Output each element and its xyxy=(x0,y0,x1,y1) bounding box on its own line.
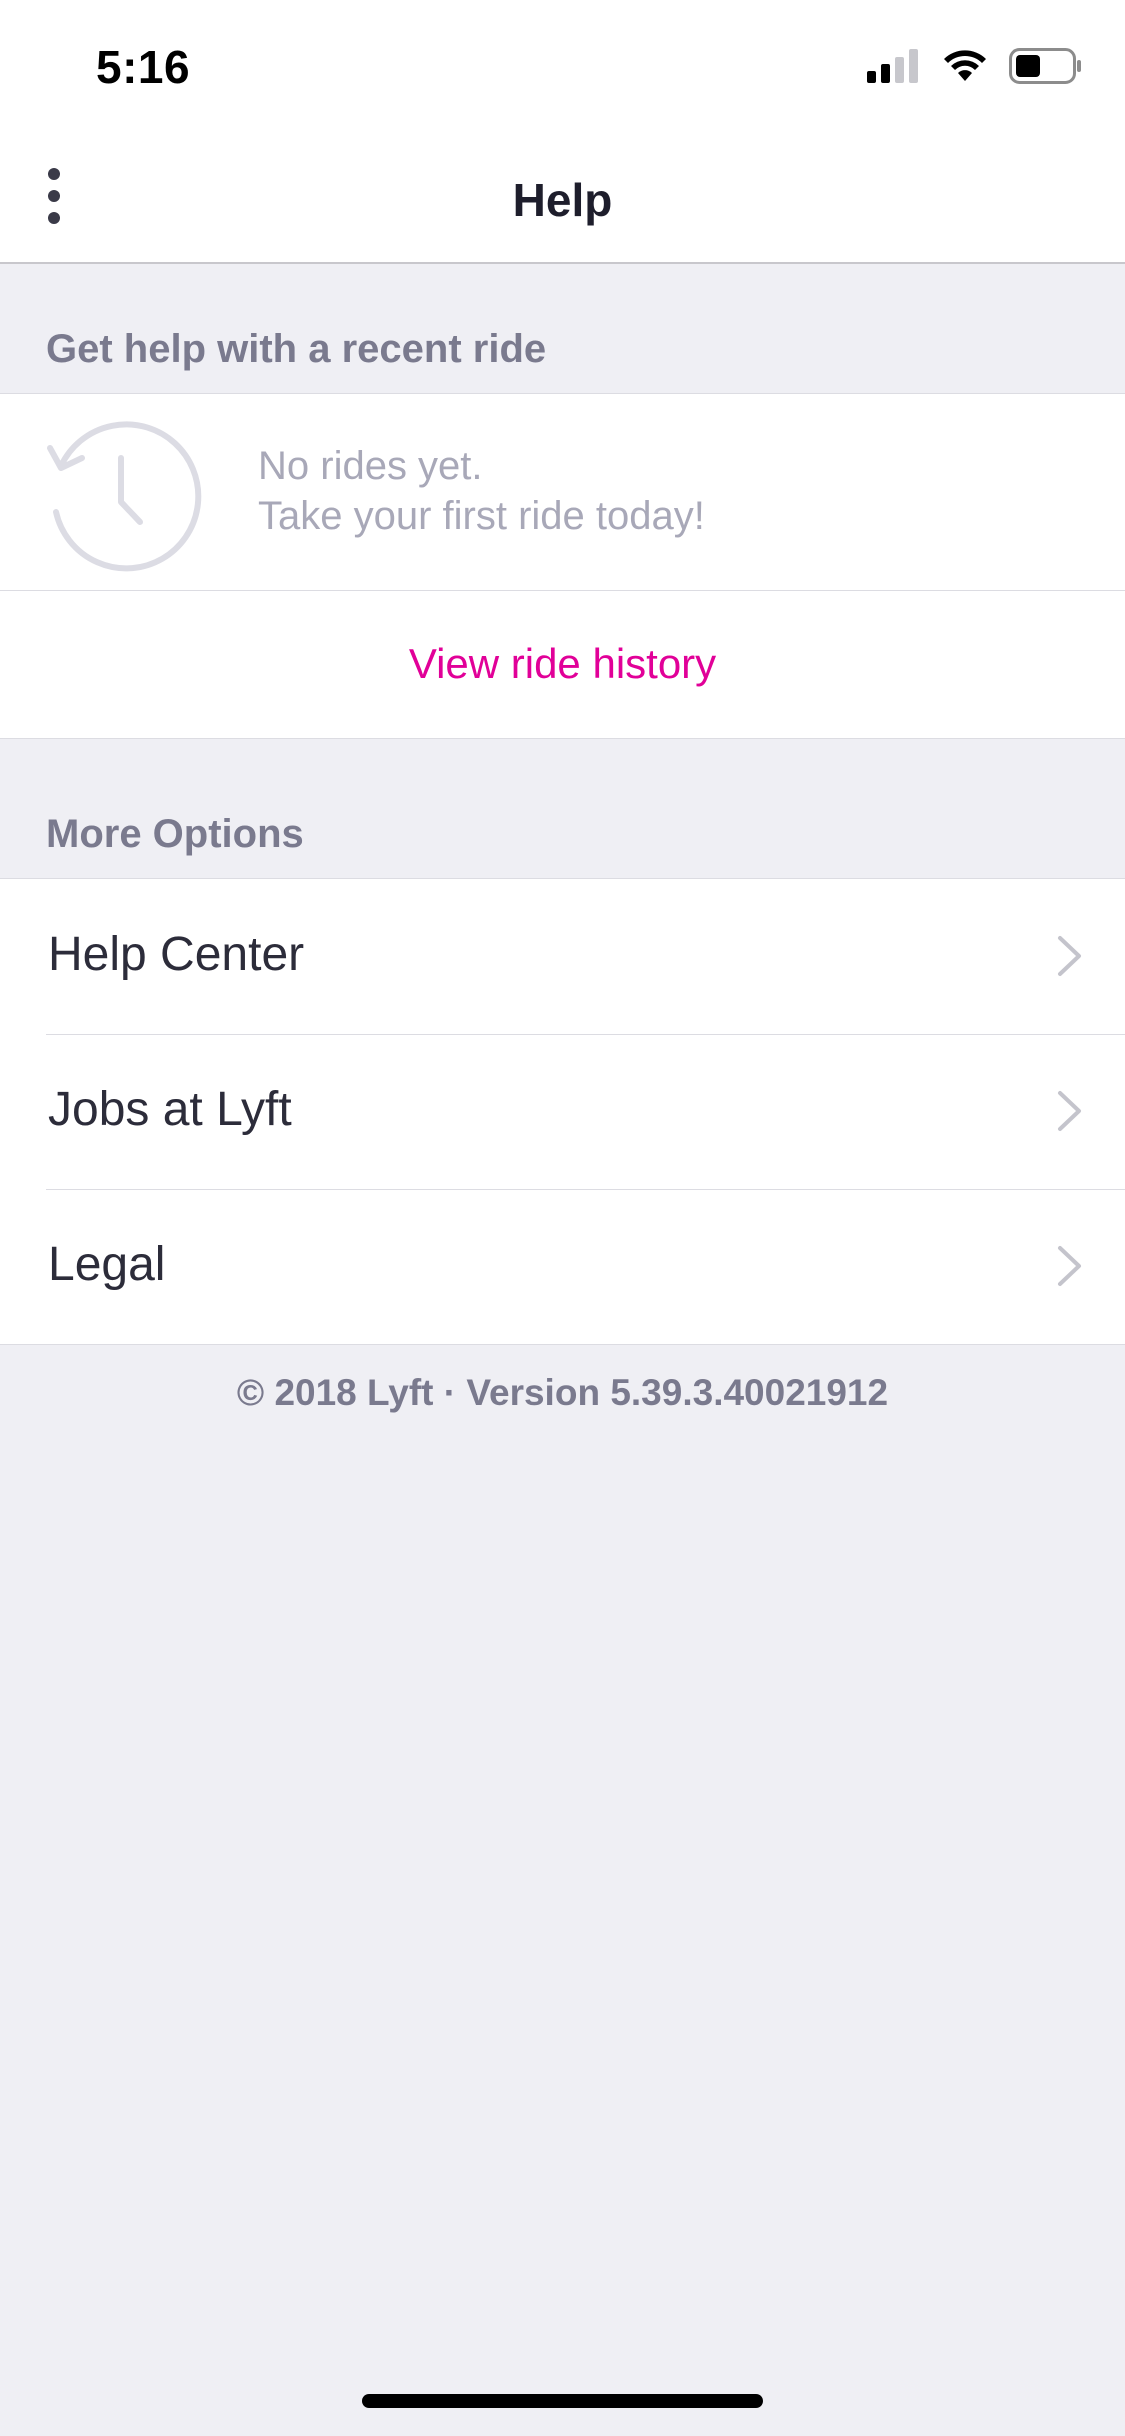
status-icons xyxy=(867,48,1083,84)
chevron-right-icon xyxy=(1058,1091,1081,1131)
nav-bar: Help xyxy=(0,135,1125,264)
recent-ride-section-title: Get help with a recent ride xyxy=(46,327,547,371)
chevron-right-icon xyxy=(1058,936,1081,976)
legal-label: Legal xyxy=(48,1238,166,1291)
home-indicator[interactable] xyxy=(362,2394,763,2408)
legal-row[interactable]: Legal xyxy=(0,1189,1125,1344)
view-ride-history-button[interactable]: View ride history xyxy=(0,591,1125,739)
first-ride-text: Take your first ride today! xyxy=(258,494,705,538)
version-footer: © 2018 Lyft · Version 5.39.3.40021912 xyxy=(236,1372,889,1413)
wifi-icon xyxy=(944,50,986,81)
status-bar: 5:16 xyxy=(0,0,1125,135)
help-center-row[interactable]: Help Center xyxy=(0,879,1125,1034)
history-clock-icon xyxy=(47,421,202,572)
battery-icon xyxy=(1009,48,1081,84)
cellular-signal-icon xyxy=(867,49,918,83)
more-options-section-title: More Options xyxy=(46,812,304,856)
page-title: Help xyxy=(512,174,613,226)
more-options-list: Help Center Jobs at Lyft Legal xyxy=(0,878,1125,1345)
help-center-label: Help Center xyxy=(48,928,305,981)
jobs-at-lyft-row[interactable]: Jobs at Lyft xyxy=(0,1034,1125,1189)
chevron-right-icon xyxy=(1058,1246,1081,1286)
recent-ride-card: No rides yet. Take your first ride today… xyxy=(0,393,1125,591)
jobs-at-lyft-label: Jobs at Lyft xyxy=(48,1083,292,1136)
no-rides-text: No rides yet. xyxy=(258,444,483,488)
status-time: 5:16 xyxy=(96,41,191,93)
